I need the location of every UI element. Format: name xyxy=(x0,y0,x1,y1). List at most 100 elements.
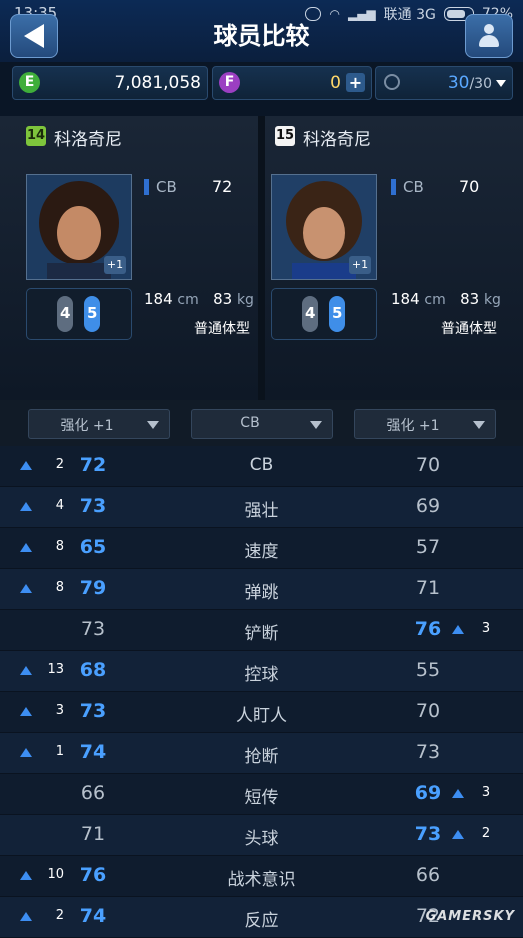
watermark-logo: GAMERSKY xyxy=(425,909,515,924)
filter-bar: 强化 +1 CB 强化 +1 xyxy=(0,400,523,446)
left-stat-value: 74 xyxy=(79,905,107,927)
stat-name: 弹跳 xyxy=(244,583,279,603)
table-row: 8 79 弹跳 71 xyxy=(0,569,523,610)
stat-name: 强壮 xyxy=(244,501,279,521)
player-rating: 70 xyxy=(459,177,480,196)
foot-preference: 4 5 xyxy=(26,288,132,340)
chevron-down-icon xyxy=(147,421,159,429)
stat-diff: 2 xyxy=(55,908,64,923)
dropdown-label: 强化 +1 xyxy=(386,418,440,434)
right-stat-value: 57 xyxy=(415,536,441,558)
up-arrow-icon xyxy=(452,625,464,634)
player-position: CB xyxy=(403,178,424,196)
height-weight: 184 cm 83 kg xyxy=(391,290,501,308)
stat-name: CB xyxy=(249,455,274,475)
stamina-current: 30 xyxy=(447,73,470,93)
weight-unit: kg xyxy=(236,292,254,308)
table-row: 1 74 抢断 73 xyxy=(0,733,523,774)
right-enhance-dropdown[interactable]: 强化 +1 xyxy=(354,409,496,439)
stat-name: 短传 xyxy=(244,788,279,808)
stat-diff: 3 xyxy=(55,703,64,718)
left-stat-value: 66 xyxy=(80,782,106,804)
strong-foot-value: 5 xyxy=(87,304,98,322)
chevron-down-icon xyxy=(473,421,485,429)
e-coin-icon: E xyxy=(19,72,40,93)
right-stat-value: 70 xyxy=(415,454,441,476)
stat-diff: 2 xyxy=(481,826,491,841)
table-row: 10 76 战术意识 66 xyxy=(0,856,523,897)
table-row: 4 73 强壮 69 xyxy=(0,487,523,528)
left-stat-value: 74 xyxy=(79,741,107,763)
player-number-badge: 14 xyxy=(26,126,46,146)
left-stat-value: 68 xyxy=(79,659,107,681)
person-icon xyxy=(477,24,501,48)
up-arrow-icon xyxy=(20,912,32,921)
stat-name: 抢断 xyxy=(244,747,279,767)
f-coin-value: 0 xyxy=(330,73,341,93)
stat-diff: 8 xyxy=(55,580,64,595)
stats-table: 2 72 CB 70 4 73 强壮 69 8 65 速度 57 8 79 弹跳 71 73 铲断 76 3 13 68 控… xyxy=(0,446,523,938)
left-stat-value: 73 xyxy=(79,700,107,722)
up-arrow-icon xyxy=(20,748,32,757)
chevron-down-icon xyxy=(496,80,506,87)
enhance-level-tag: +1 xyxy=(349,256,371,274)
stat-name: 人盯人 xyxy=(236,706,287,726)
table-row: 73 铲断 76 3 xyxy=(0,610,523,651)
up-arrow-icon xyxy=(20,461,32,470)
enhance-level-tag: +1 xyxy=(104,256,126,274)
player-name: 科洛奇尼 xyxy=(303,130,371,150)
stat-diff: 1 xyxy=(55,744,64,759)
position-marker xyxy=(144,179,149,195)
stat-diff: 10 xyxy=(47,867,64,882)
table-row: 2 72 CB 70 xyxy=(0,446,523,487)
stat-name: 速度 xyxy=(244,542,279,562)
position-marker xyxy=(391,179,396,195)
weak-foot-value: 4 xyxy=(60,304,71,322)
page-title: 球员比较 xyxy=(213,22,310,50)
e-coin-value: 7,081,058 xyxy=(114,73,201,93)
table-row: 3 73 人盯人 70 xyxy=(0,692,523,733)
stamina-value: 30/30 xyxy=(448,73,492,93)
left-stat-value: 73 xyxy=(79,495,107,517)
up-arrow-icon xyxy=(20,502,32,511)
right-stat-value: 55 xyxy=(415,659,441,681)
stat-name: 铲断 xyxy=(244,624,279,644)
weight-unit: kg xyxy=(483,292,501,308)
player-photo[interactable]: +1 xyxy=(26,174,132,280)
up-arrow-icon xyxy=(452,789,464,798)
table-row: 71 头球 73 2 xyxy=(0,815,523,856)
left-stat-value: 72 xyxy=(79,454,107,476)
right-stat-value: 66 xyxy=(415,864,441,886)
player-rating: 72 xyxy=(212,177,233,196)
left-stat-value: 76 xyxy=(79,864,107,886)
position-dropdown[interactable]: CB xyxy=(191,409,333,439)
right-stat-value: 76 xyxy=(414,618,442,640)
weight-value: 83 xyxy=(213,290,233,308)
right-stat-value: 73 xyxy=(414,823,442,845)
dropdown-label: CB xyxy=(240,415,260,431)
left-enhance-dropdown[interactable]: 强化 +1 xyxy=(28,409,170,439)
strong-foot-value: 5 xyxy=(332,304,343,322)
up-arrow-icon xyxy=(20,666,32,675)
stat-diff: 4 xyxy=(55,498,64,513)
height-unit: cm xyxy=(424,292,446,308)
stamina-display[interactable]: 30/30 xyxy=(375,66,513,100)
stat-name: 反应 xyxy=(244,911,279,931)
weight-value: 83 xyxy=(460,290,480,308)
stat-diff: 3 xyxy=(481,785,491,800)
height-value: 184 xyxy=(144,290,173,308)
weak-foot-value: 4 xyxy=(305,304,316,322)
chevron-down-icon xyxy=(310,421,322,429)
right-stat-value: 71 xyxy=(415,577,441,599)
stat-diff: 13 xyxy=(47,662,64,677)
left-stat-value: 65 xyxy=(79,536,107,558)
height-unit: cm xyxy=(177,292,199,308)
player-photo[interactable]: +1 xyxy=(271,174,377,280)
left-stat-value: 71 xyxy=(80,823,106,845)
friends-button[interactable] xyxy=(465,14,513,58)
panel-divider xyxy=(258,116,265,400)
up-arrow-icon xyxy=(452,830,464,839)
player-position: CB xyxy=(156,178,177,196)
add-f-coin-button[interactable]: + xyxy=(346,73,365,92)
player-card-left: 14 科洛奇尼 +1 CB 72 4 5 184 cm 83 kg 普通体型 xyxy=(0,116,258,400)
